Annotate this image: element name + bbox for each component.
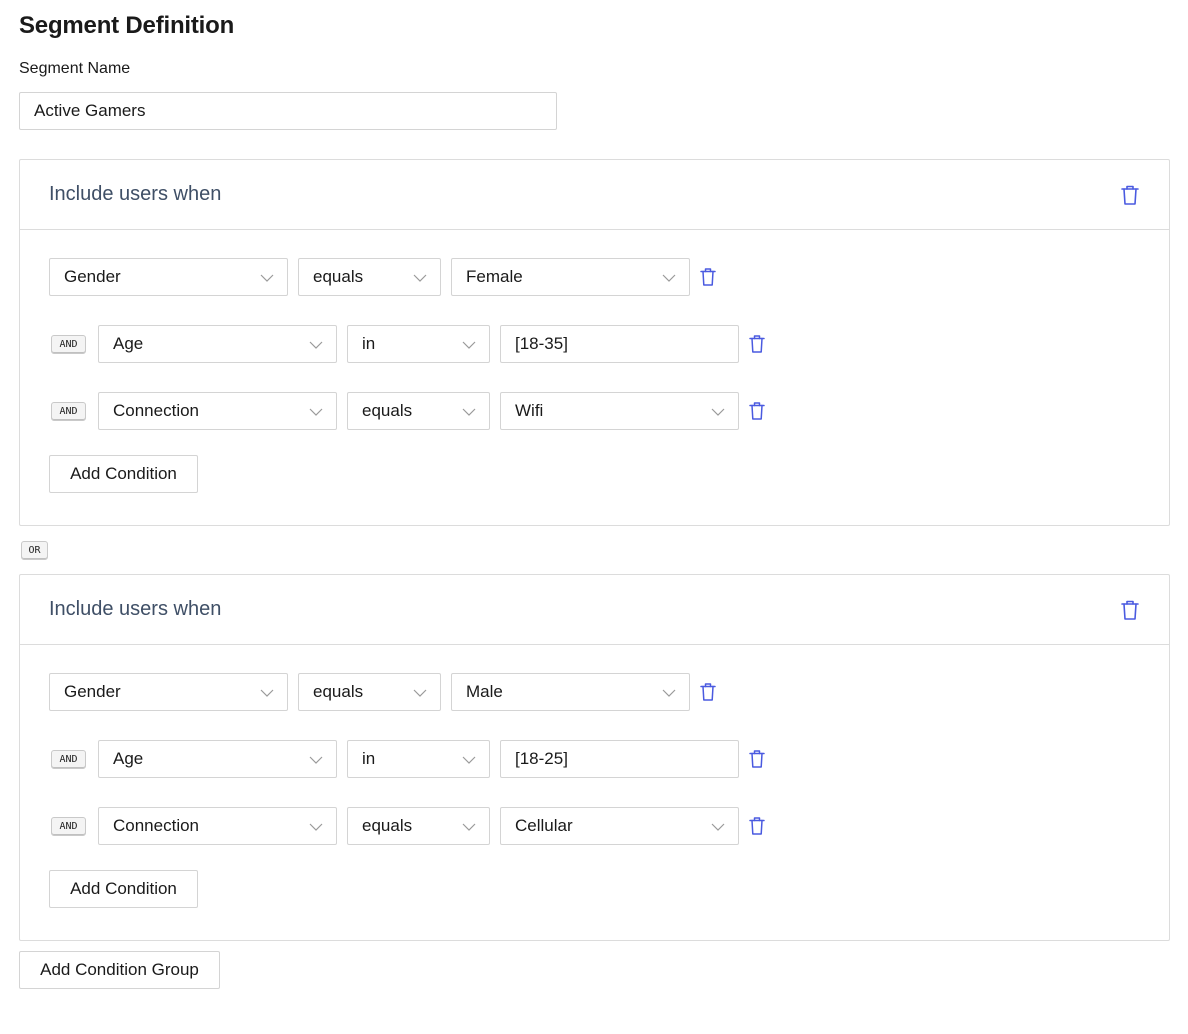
value-select[interactable]: Wifi bbox=[500, 392, 739, 430]
chevron-down-icon bbox=[662, 689, 676, 697]
operator-select-value: in bbox=[362, 749, 376, 768]
segment-name-label: Segment Name bbox=[19, 60, 131, 77]
condition-row: AND Connection equals Cellular bbox=[51, 807, 1169, 845]
condition-group-header: Include users when bbox=[20, 160, 1169, 230]
operator-select-value: equals bbox=[313, 682, 364, 701]
operator-select-value: equals bbox=[362, 816, 413, 835]
operator-select-value: in bbox=[362, 334, 376, 353]
attribute-select-value: Gender bbox=[64, 682, 121, 701]
trash-icon[interactable] bbox=[748, 334, 766, 354]
and-badge: AND bbox=[51, 401, 86, 421]
condition-row: Gender equals Male bbox=[49, 673, 1169, 711]
attribute-select[interactable]: Connection bbox=[98, 807, 337, 845]
condition-row: AND Age in [18-35] bbox=[51, 325, 1169, 363]
chevron-down-icon bbox=[309, 823, 323, 831]
condition-row: AND Age in [18-25] bbox=[51, 740, 1169, 778]
operator-select[interactable]: equals bbox=[298, 673, 441, 711]
chevron-down-icon bbox=[260, 274, 274, 282]
attribute-select[interactable]: Connection bbox=[98, 392, 337, 430]
operator-select[interactable]: equals bbox=[347, 392, 490, 430]
operator-select[interactable]: in bbox=[347, 740, 490, 778]
operator-select[interactable]: equals bbox=[298, 258, 441, 296]
chevron-down-icon bbox=[309, 341, 323, 349]
condition-group-body: Gender equals Female AND Age in [18-35] … bbox=[20, 230, 1169, 493]
trash-icon[interactable] bbox=[699, 267, 717, 287]
attribute-select[interactable]: Age bbox=[98, 325, 337, 363]
page-title: Segment Definition bbox=[19, 12, 235, 39]
value-input[interactable]: [18-35] bbox=[500, 325, 739, 363]
chevron-down-icon bbox=[711, 823, 725, 831]
trash-icon[interactable] bbox=[1120, 599, 1140, 621]
add-condition-button[interactable]: Add Condition bbox=[49, 455, 198, 493]
condition-group: Include users when Gender equals Female bbox=[19, 159, 1170, 526]
condition-group: Include users when Gender equals Male AN… bbox=[19, 574, 1170, 941]
trash-icon[interactable] bbox=[748, 816, 766, 836]
attribute-select-value: Age bbox=[113, 334, 144, 353]
add-condition-button[interactable]: Add Condition bbox=[49, 870, 198, 908]
trash-icon[interactable] bbox=[1120, 184, 1140, 206]
and-badge: AND bbox=[51, 334, 86, 354]
condition-group-body: Gender equals Male AND Age in [18-25] AN… bbox=[20, 645, 1169, 908]
condition-group-title: Include users when bbox=[49, 183, 222, 205]
chevron-down-icon bbox=[462, 408, 476, 416]
condition-row: AND Connection equals Wifi bbox=[51, 392, 1169, 430]
condition-group-title: Include users when bbox=[49, 598, 222, 620]
add-condition-group-button[interactable]: Add Condition Group bbox=[19, 951, 220, 989]
value-input[interactable]: [18-25] bbox=[500, 740, 739, 778]
value-select-value: Female bbox=[466, 267, 523, 286]
chevron-down-icon bbox=[662, 274, 676, 282]
attribute-select-value: Age bbox=[113, 749, 144, 768]
chevron-down-icon bbox=[413, 274, 427, 282]
attribute-select[interactable]: Age bbox=[98, 740, 337, 778]
value-select-value: Male bbox=[466, 682, 503, 701]
chevron-down-icon bbox=[309, 408, 323, 416]
or-badge: OR bbox=[21, 541, 48, 560]
chevron-down-icon bbox=[462, 756, 476, 764]
value-select[interactable]: Male bbox=[451, 673, 690, 711]
segment-name-input[interactable] bbox=[19, 92, 557, 130]
trash-icon[interactable] bbox=[748, 749, 766, 769]
chevron-down-icon bbox=[462, 341, 476, 349]
segment-definition-page: Segment Definition Segment Name Include … bbox=[0, 0, 1188, 989]
chevron-down-icon bbox=[711, 408, 725, 416]
chevron-down-icon bbox=[413, 689, 427, 697]
trash-icon[interactable] bbox=[748, 401, 766, 421]
chevron-down-icon bbox=[260, 689, 274, 697]
chevron-down-icon bbox=[309, 756, 323, 764]
attribute-select-value: Connection bbox=[113, 401, 200, 420]
attribute-select[interactable]: Gender bbox=[49, 258, 288, 296]
value-select-value: Wifi bbox=[515, 401, 544, 420]
value-select[interactable]: Female bbox=[451, 258, 690, 296]
operator-select-value: equals bbox=[313, 267, 364, 286]
condition-group-header: Include users when bbox=[20, 575, 1169, 645]
operator-select-value: equals bbox=[362, 401, 413, 420]
and-badge: AND bbox=[51, 749, 86, 769]
and-badge: AND bbox=[51, 816, 86, 836]
operator-select[interactable]: equals bbox=[347, 807, 490, 845]
attribute-select-value: Gender bbox=[64, 267, 121, 286]
trash-icon[interactable] bbox=[699, 682, 717, 702]
condition-row: Gender equals Female bbox=[49, 258, 1169, 296]
value-select-value: Cellular bbox=[515, 816, 573, 835]
value-select[interactable]: Cellular bbox=[500, 807, 739, 845]
operator-select[interactable]: in bbox=[347, 325, 490, 363]
attribute-select[interactable]: Gender bbox=[49, 673, 288, 711]
attribute-select-value: Connection bbox=[113, 816, 200, 835]
chevron-down-icon bbox=[462, 823, 476, 831]
